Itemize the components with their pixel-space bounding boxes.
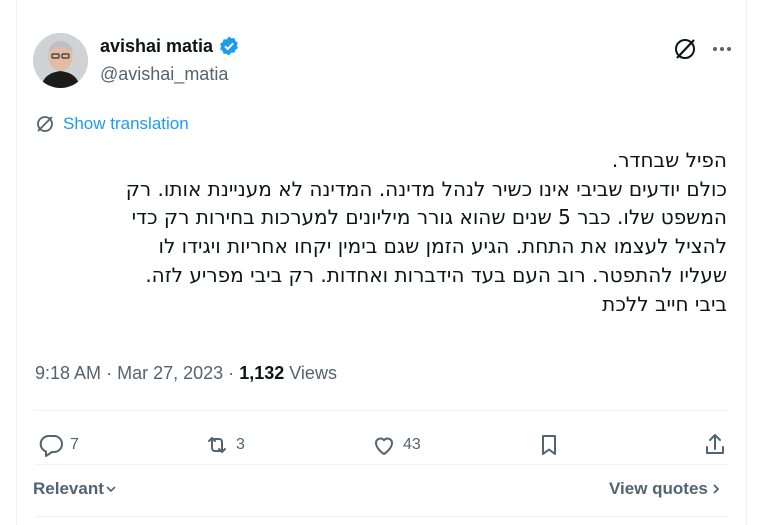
retweet-button[interactable]: 3: [204, 430, 245, 460]
show-translation-button[interactable]: Show translation: [35, 114, 189, 134]
tweet-line: להציל לעצמו את התחת. הגיע הזמן שגם בימין…: [158, 234, 728, 259]
more-icon[interactable]: [707, 34, 737, 64]
bookmark-button[interactable]: [536, 430, 562, 460]
chevron-down-icon: [106, 486, 116, 493]
tweet-line: הפיל שבחדר.: [611, 148, 727, 172]
tweet-text: הפיל שבחדר. כולם יודעים שביבי אינו כשיר …: [27, 146, 727, 318]
translate-icon: [37, 116, 53, 132]
reply-count: 7: [70, 436, 79, 453]
divider: [35, 464, 729, 465]
tweet-line: שעליו להתפטר. רוב העם בעד הידברות ואחדות…: [145, 262, 727, 287]
view-quotes-label: View quotes: [609, 479, 708, 498]
author-name[interactable]: avishai matia: [100, 35, 240, 57]
meta-separator: ·: [106, 363, 113, 383]
show-translation-label: Show translation: [63, 114, 189, 133]
retweet-count: 3: [236, 436, 245, 453]
author-name-text[interactable]: avishai matia: [100, 36, 213, 57]
like-count: 43: [403, 436, 421, 453]
sort-relevant-dropdown[interactable]: Relevant: [33, 479, 118, 499]
tweet-line: המשפט שלו. כבר 5 שנים שהוא גורר מיליונים…: [131, 205, 727, 230]
like-button[interactable]: 43: [371, 430, 421, 460]
tweet-date[interactable]: Mar 27, 2023: [117, 363, 223, 383]
reply-button[interactable]: 7: [38, 430, 79, 460]
avatar[interactable]: [33, 33, 88, 88]
share-button[interactable]: [702, 430, 728, 460]
retweet-icon: [208, 437, 226, 453]
tweet-line: כולם יודעים שביבי אינו כשיר לנהל מדינה. …: [125, 176, 727, 201]
views-count: 1,132: [239, 363, 285, 383]
tweet-meta: 9:18 AM · Mar 27, 2023 · 1,132 Views: [35, 363, 337, 384]
author-handle[interactable]: @avishai_matia: [100, 64, 228, 85]
tweet-page: avishai matia @avishai_matia Show transl…: [0, 0, 763, 525]
sort-relevant-label: Relevant: [33, 479, 104, 498]
reply-icon: [39, 435, 63, 457]
bookmark-icon: [542, 435, 556, 455]
chevron-right-icon: [713, 484, 720, 494]
column-border-left: [16, 0, 17, 525]
share-icon: [706, 434, 724, 454]
meta-separator: ·: [228, 363, 235, 383]
grok-icon[interactable]: [670, 34, 700, 64]
divider: [35, 516, 729, 517]
views-label: Views: [289, 363, 337, 383]
verified-badge-icon[interactable]: [218, 35, 240, 57]
like-icon: [375, 437, 393, 455]
column-border-right: [746, 0, 747, 525]
divider: [35, 410, 729, 411]
tweet-time[interactable]: 9:18 AM: [35, 363, 101, 383]
view-quotes-link[interactable]: View quotes: [609, 479, 724, 499]
tweet-line: ביבי חייב ללכת: [602, 291, 727, 316]
